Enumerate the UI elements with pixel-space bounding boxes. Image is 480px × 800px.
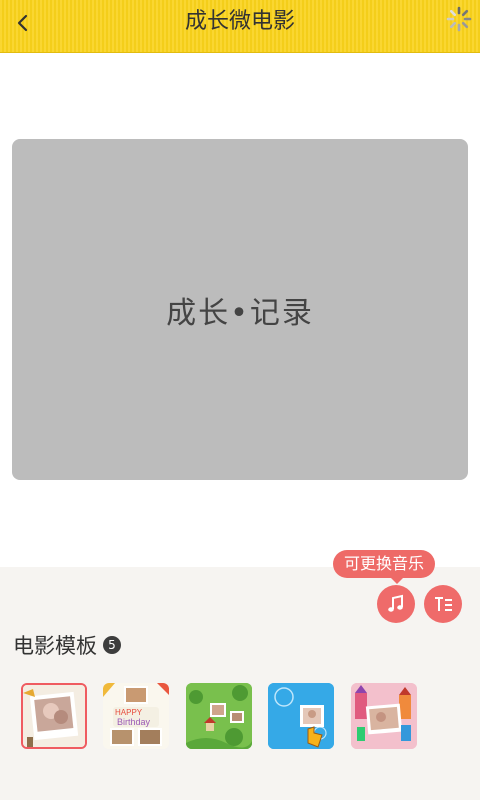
templates-heading: 电影模板 5: [13, 630, 121, 660]
edit-text-button[interactable]: [424, 585, 462, 623]
music-note-icon: [388, 594, 403, 612]
preview-title: 成长•记录: [166, 295, 314, 331]
forest-thumbnail: [186, 683, 252, 749]
text-format-icon: [435, 597, 452, 611]
template-green-forest[interactable]: [186, 683, 252, 749]
svg-text:Birthday: Birthday: [117, 717, 151, 727]
change-music-button[interactable]: [377, 585, 415, 623]
templates-count-badge: 5: [103, 636, 121, 654]
music-tooltip: 可更换音乐: [333, 550, 435, 584]
svg-text:HAPPY: HAPPY: [115, 708, 143, 717]
template-baby-photo[interactable]: [21, 683, 87, 749]
templates-title: 电影模板: [13, 634, 97, 658]
castle-thumbnail: [351, 683, 417, 749]
template-blue-bubble[interactable]: [268, 683, 334, 749]
baby-photo-thumbnail: [23, 685, 85, 747]
spinner-icon[interactable]: [446, 6, 472, 32]
bubble-thumbnail: [268, 683, 334, 749]
movie-preview[interactable]: 成长•记录: [12, 139, 468, 480]
birthday-thumbnail: HAPPY Birthday: [103, 683, 169, 749]
app-header: 成长微电影: [0, 0, 480, 53]
page-title: 成长微电影: [184, 9, 295, 34]
template-pink-castle[interactable]: [351, 683, 417, 749]
template-happy-birthday[interactable]: HAPPY Birthday: [103, 683, 169, 749]
